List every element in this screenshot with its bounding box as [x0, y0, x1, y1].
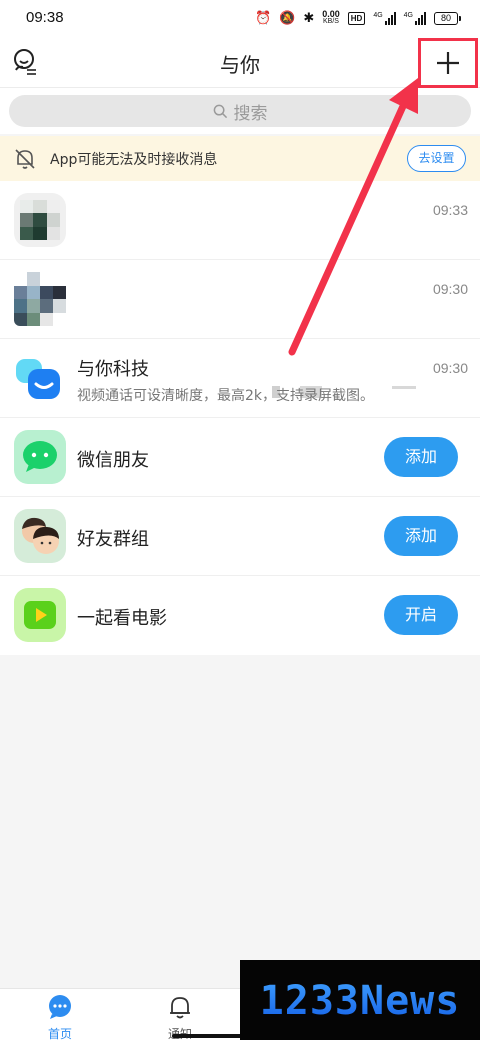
- wechat-chat-icon: [14, 430, 66, 484]
- go-settings-button[interactable]: 去设置: [407, 145, 466, 172]
- pixelated-avatar: [14, 272, 66, 326]
- feature-row-group: 好友群组 添加: [0, 497, 480, 576]
- search-input[interactable]: 搜索: [9, 95, 471, 127]
- signal-icon: 4G: [373, 11, 396, 25]
- conversation-time: 09:30: [432, 281, 468, 297]
- pixelated-avatar: [14, 193, 66, 247]
- yuni-logo: [14, 351, 66, 405]
- add-wechat-button[interactable]: 添加: [384, 437, 458, 477]
- network-type-1: 4G: [373, 11, 383, 19]
- add-button[interactable]: [418, 38, 478, 88]
- app-header: 与你: [0, 36, 480, 88]
- conversation-preview: 视频通话可设清晰度，最高2k，支持录屏截图。: [77, 388, 375, 404]
- watermark-logo: 1233News: [240, 960, 480, 1040]
- signal-icon-2: 4G: [403, 11, 426, 25]
- status-time: 09:38: [26, 9, 64, 26]
- feature-title: 一起看电影: [77, 608, 167, 629]
- bluetooth-icon: ✱: [303, 10, 315, 25]
- conversation-title: 与你科技: [77, 359, 149, 380]
- status-icons: ⏰ 🔕 ✱ 0.00 KB/S HD 4G 4G 80: [254, 9, 461, 27]
- network-speed-value: 0.00: [322, 9, 340, 19]
- feature-title: 微信朋友: [77, 450, 149, 471]
- conversation-row[interactable]: 与你科技 视频通话可设清晰度，最高2k，支持录屏截图。 09:30: [0, 339, 480, 418]
- network-speed: 0.00 KB/S: [322, 10, 340, 26]
- mute-icon: 🔕: [279, 10, 296, 25]
- conversation-list: 09:33 09:30 与你科技 视频通话可设清晰度，最高2k，支持录屏截图。 …: [0, 181, 480, 655]
- status-bar: 09:38 ⏰ 🔕 ✱ 0.00 KB/S HD 4G 4G 80: [0, 0, 480, 36]
- conversation-row[interactable]: 09:33: [0, 181, 480, 260]
- alarm-icon: ⏰: [254, 10, 272, 25]
- muted-bell-icon: [15, 149, 35, 169]
- nav-home-label: 首页: [47, 1027, 72, 1040]
- group-faces-icon: [14, 509, 66, 563]
- add-group-button[interactable]: 添加: [384, 516, 458, 556]
- network-speed-unit: KB/S: [323, 18, 339, 25]
- start-movie-button[interactable]: 开启: [384, 595, 458, 635]
- notice-text: App可能无法及时接收消息: [50, 152, 218, 168]
- search-placeholder: 搜索: [233, 103, 268, 124]
- nav-home[interactable]: 首页: [30, 994, 90, 1040]
- network-type-2: 4G: [403, 11, 413, 19]
- plus-icon: [437, 52, 459, 74]
- conversation-row[interactable]: 09:30: [0, 260, 480, 398]
- watermark-text: 1233News: [260, 978, 461, 1024]
- chat-bubble-icon: [49, 995, 71, 1019]
- conversation-time: 09:33: [432, 202, 468, 218]
- play-video-icon: [14, 588, 66, 642]
- battery-icon: 80: [434, 11, 461, 25]
- hd-badge: HD: [347, 11, 366, 25]
- conversation-time: 09:30: [432, 360, 468, 376]
- feature-row-movie: 一起看电影 开启: [0, 576, 480, 655]
- feature-title: 好友群组: [77, 529, 149, 550]
- page-title: 与你: [220, 53, 260, 77]
- search-area: 搜索: [0, 88, 480, 134]
- feature-row-wechat: 微信朋友 添加: [0, 418, 480, 497]
- search-icon: [213, 104, 227, 118]
- bell-icon: [170, 997, 190, 1019]
- notification-warning-banner: App可能无法及时接收消息 去设置: [0, 136, 480, 181]
